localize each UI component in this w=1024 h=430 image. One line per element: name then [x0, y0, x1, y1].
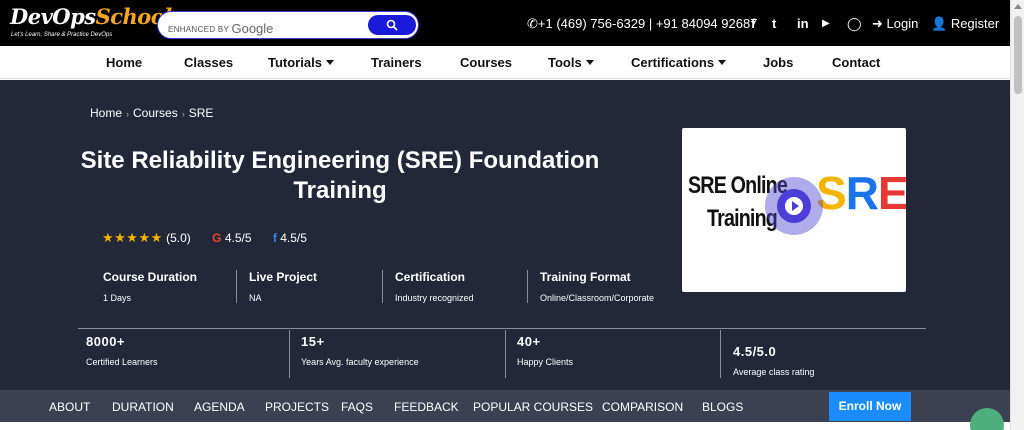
divider [78, 328, 926, 329]
nav-contact[interactable]: Contact [832, 55, 880, 70]
nav-courses[interactable]: Courses [460, 55, 512, 70]
course-ratings: ★★★★★ (5.0) G 4.5/5 f 4.5/5 [102, 230, 307, 246]
login-link[interactable]: ➜ Login [872, 16, 918, 32]
tab-comparison[interactable]: COMPARISON [602, 400, 683, 414]
nav-jobs[interactable]: Jobs [763, 55, 793, 70]
chevron-down-icon [585, 60, 594, 65]
tab-about[interactable]: ABOUT [49, 400, 90, 414]
tab-duration[interactable]: DURATION [112, 400, 174, 414]
course-video-thumbnail[interactable]: SRE Online Training SRE [682, 128, 906, 292]
chevron-down-icon [325, 60, 334, 65]
stat-faculty-experience: 15+ Years Avg. faculty experience [301, 334, 419, 367]
stat-happy-clients: 40+ Happy Clients [517, 334, 574, 367]
nav-tools[interactable]: Tools [548, 55, 594, 70]
divider [527, 270, 528, 303]
login-icon: ➜ [872, 16, 883, 31]
scroll-thumb[interactable] [1014, 16, 1022, 94]
sre-logo: SRE [816, 167, 906, 219]
tab-feedback[interactable]: FEEDBACK [394, 400, 459, 414]
rating-value: (5.0) [166, 231, 191, 245]
breadcrumb-courses[interactable]: Courses [133, 106, 178, 120]
logo-wordmark: DevOpsSchool [10, 4, 172, 29]
search-icon [386, 19, 398, 31]
enroll-now-button[interactable]: Enroll Now [829, 392, 911, 421]
linkedin-icon[interactable]: in [797, 16, 809, 31]
add-user-icon: 👤 [931, 16, 948, 31]
stat-certified-learners: 8000+ Certified Learners [86, 334, 158, 367]
google-rating: 4.5/5 [224, 231, 252, 245]
play-icon[interactable] [777, 189, 811, 223]
search-input[interactable]: ENHANCED BY Google [168, 20, 273, 36]
facebook-rating-icon: f [272, 231, 277, 245]
course-section-tabs: ABOUT DURATION AGENDA PROJECTS FAQS FEED… [0, 390, 1010, 422]
info-certification: Certification Industry recognized [395, 270, 474, 303]
scroll-up-arrow-icon[interactable] [1014, 4, 1022, 9]
breadcrumb: Home › Courses › SRE [90, 106, 214, 120]
nav-trainers[interactable]: Trainers [371, 55, 422, 70]
search-button[interactable] [368, 15, 416, 35]
page-title: Site Reliability Engineering (SRE) Found… [80, 147, 600, 204]
search-box[interactable]: ENHANCED BY Google [157, 11, 419, 39]
divider [382, 270, 383, 303]
course-hero: Home › Courses › SRE Site Reliability Engine… [0, 80, 1010, 390]
devopsschool-logo[interactable]: DevOpsSchool Let's Learn, Share & Practi… [10, 4, 172, 44]
divider [505, 330, 506, 378]
nav-certifications[interactable]: Certifications [631, 55, 727, 70]
facebook-icon[interactable]: f [751, 16, 755, 31]
facebook-rating: 4.5/5 [280, 231, 307, 245]
youtube-icon[interactable]: ▶ [822, 18, 830, 29]
info-live-project: Live Project NA [249, 270, 318, 303]
info-course-duration: Course Duration 1 Days [103, 270, 198, 303]
tab-blogs[interactable]: BLOGS [702, 400, 743, 414]
divider [720, 330, 721, 378]
top-header-bar: DevOpsSchool Let's Learn, Share & Practi… [0, 0, 1010, 46]
nav-home[interactable]: Home [106, 55, 142, 70]
whatsapp-icon[interactable]: ◯ [847, 16, 862, 32]
google-icon: G [212, 231, 222, 245]
logo-tagline: Let's Learn, Share & Practice DevOps [11, 32, 113, 38]
breadcrumb-home[interactable]: Home [90, 106, 122, 120]
phone-icon: ✆ [527, 16, 538, 31]
tab-popular-courses[interactable]: POPULAR COURSES [473, 400, 593, 414]
phone-numbers[interactable]: ✆+1 (469) 756-6329 | +91 84094 92687 [527, 16, 757, 32]
star-rating-icon: ★★★★★ [102, 230, 163, 245]
register-link[interactable]: 👤 Register [931, 16, 999, 32]
breadcrumb-current: SRE [188, 106, 214, 120]
stat-class-rating: 4.5/5.0 Average class rating [733, 344, 815, 377]
tab-faqs[interactable]: FAQS [341, 400, 373, 414]
divider [289, 330, 290, 378]
main-navigation: Home Classes Tutorials Trainers Courses … [0, 46, 1010, 79]
tab-projects[interactable]: PROJECTS [265, 400, 329, 414]
divider [236, 270, 237, 303]
page-bottom [0, 422, 1010, 430]
chevron-down-icon [718, 60, 727, 65]
page-scrollbar[interactable] [1010, 0, 1024, 430]
twitter-icon[interactable]: t [772, 16, 776, 31]
nav-tutorials[interactable]: Tutorials [268, 55, 334, 70]
info-training-format: Training Format Online/Classroom/Corpora… [540, 270, 655, 303]
nav-classes[interactable]: Classes [184, 55, 233, 70]
tab-agenda[interactable]: AGENDA [194, 400, 245, 414]
